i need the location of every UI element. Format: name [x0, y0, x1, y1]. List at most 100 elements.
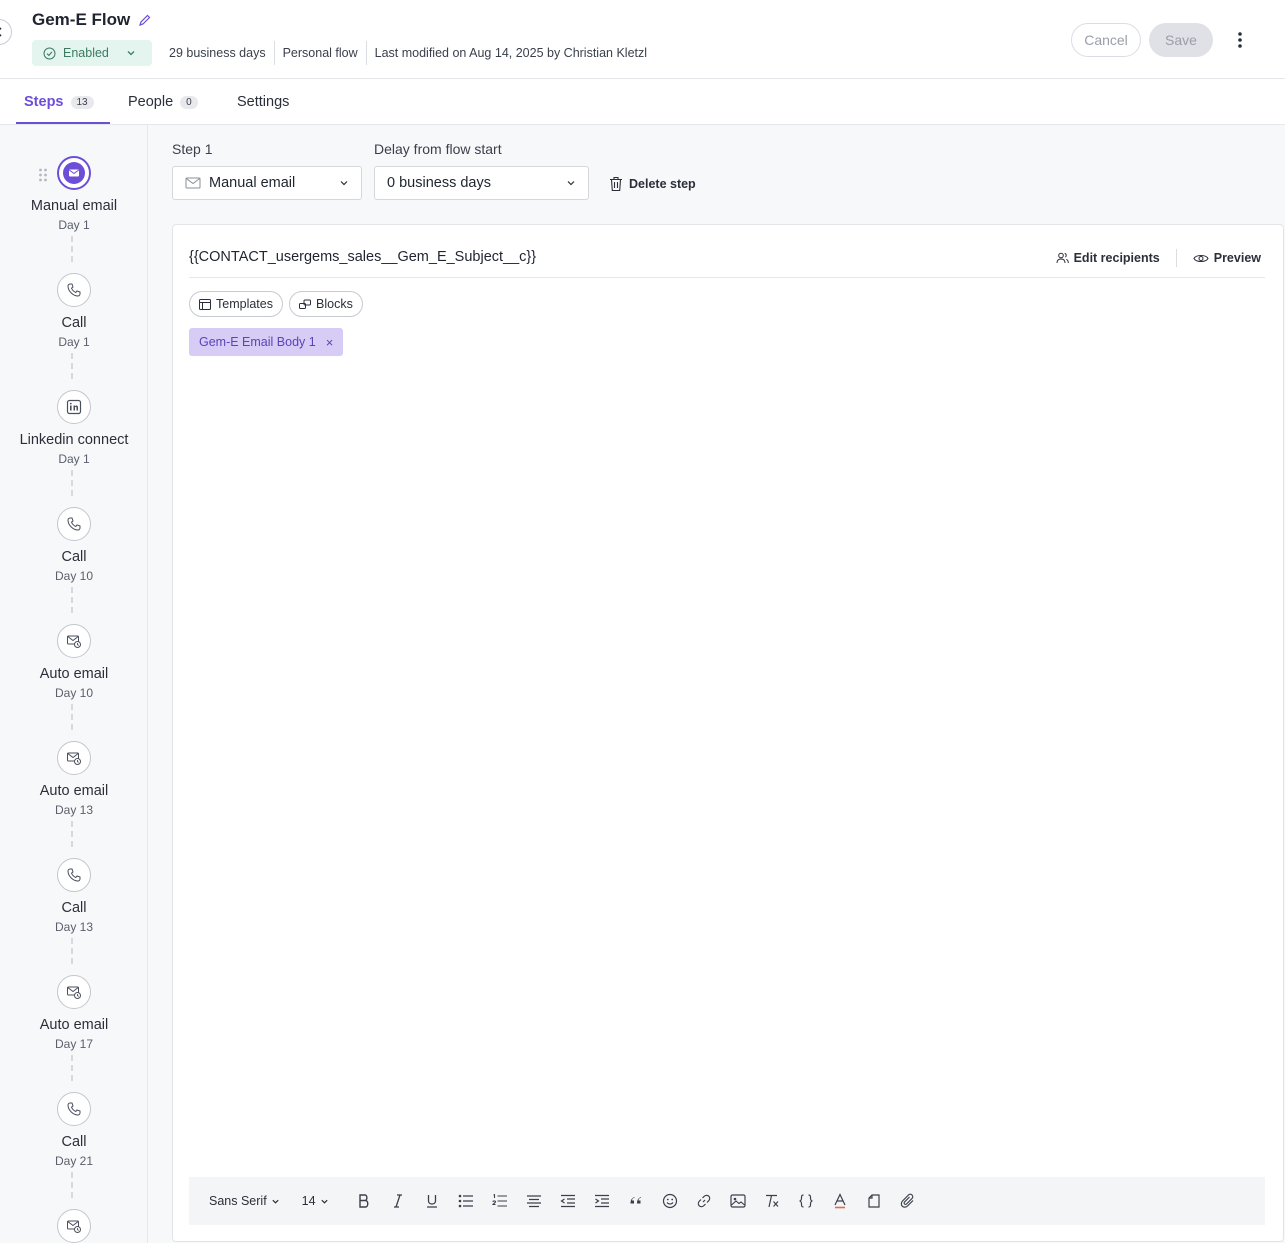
kebab-menu-icon [1238, 32, 1242, 48]
cancel-button[interactable]: Cancel [1071, 23, 1141, 57]
step-item[interactable]: Auto email Day 10 [0, 624, 147, 700]
tab-steps-count: 13 [70, 95, 94, 109]
step-icon-circle [57, 741, 91, 775]
numbered-list-button[interactable] [483, 1184, 517, 1218]
templates-button[interactable]: Templates [189, 291, 283, 317]
blocks-icon [299, 299, 311, 309]
back-button[interactable] [0, 19, 12, 45]
code-button[interactable] [789, 1184, 823, 1218]
step-connector [71, 353, 73, 379]
step-item[interactable]: Call Day 10 [0, 507, 147, 583]
outdent-icon [559, 1194, 575, 1208]
chevron-down-icon [272, 1199, 279, 1204]
template-icon [199, 298, 211, 310]
step-day: Day 17 [54, 1037, 94, 1051]
flow-ownership: Personal flow [273, 41, 366, 65]
auto-email-icon [67, 986, 81, 999]
step-connector [71, 704, 73, 730]
link-button[interactable] [687, 1184, 721, 1218]
step-icon-circle [57, 156, 91, 190]
italic-button[interactable] [381, 1184, 415, 1218]
step-icon-circle [57, 390, 91, 424]
save-button[interactable]: Save [1149, 23, 1213, 57]
step-type-select[interactable]: Manual email [172, 166, 362, 200]
step-day: Day 21 [54, 1154, 94, 1168]
step-name: Call [61, 900, 87, 916]
step-icon-circle [57, 507, 91, 541]
step-name: Call [61, 549, 87, 565]
step-item[interactable]: Linkedin connect Day 1 [0, 390, 147, 466]
step-item[interactable] [0, 1209, 147, 1243]
tab-people[interactable]: People 0 [128, 80, 198, 124]
chevron-down-icon [127, 51, 135, 56]
users-icon [1056, 252, 1069, 264]
preview-button[interactable]: Preview [1193, 251, 1261, 265]
auto-email-icon [67, 1220, 81, 1233]
edit-recipients-button[interactable]: Edit recipients [1056, 251, 1160, 265]
step-icon-circle [57, 1209, 91, 1243]
back-icon [0, 27, 2, 37]
chevron-down-icon [320, 1199, 328, 1204]
delete-step-button[interactable]: Delete step [609, 176, 696, 192]
font-size-value: 14 [301, 1194, 316, 1208]
status-dropdown[interactable]: Enabled [32, 40, 152, 66]
bullet-list-button[interactable] [449, 1184, 483, 1218]
step-connector [71, 1055, 73, 1081]
step-item[interactable]: Call Day 21 [0, 1092, 147, 1168]
step-editor-pane: Step 1 Manual email Delay from flow star… [148, 125, 1285, 1243]
blocks-button[interactable]: Blocks [289, 291, 363, 317]
step-item[interactable]: Call Day 1 [0, 273, 147, 349]
align-icon [526, 1195, 541, 1208]
link-icon [697, 1194, 710, 1208]
step-connector [71, 236, 73, 262]
step-type-value: Manual email [209, 175, 296, 191]
emoji-button[interactable] [653, 1184, 687, 1218]
tab-settings[interactable]: Settings [237, 80, 289, 124]
step-name: Call [61, 1134, 87, 1150]
attach-button[interactable] [891, 1184, 925, 1218]
phone-icon [67, 283, 81, 297]
step-item[interactable]: Auto email Day 13 [0, 741, 147, 817]
outdent-button[interactable] [551, 1184, 585, 1218]
auto-email-icon [67, 752, 81, 765]
snippet-icon [867, 1194, 880, 1208]
remove-block-icon[interactable]: × [326, 335, 334, 350]
email-editor: {{CONTACT_usergems_sales__Gem_E_Subject_… [172, 224, 1284, 1242]
subject-divider [189, 277, 1265, 278]
clear-format-button[interactable] [755, 1184, 789, 1218]
edit-title-icon[interactable] [138, 13, 152, 27]
subject-field[interactable]: {{CONTACT_usergems_sales__Gem_E_Subject_… [189, 249, 536, 265]
step-day: Day 1 [58, 335, 90, 349]
step-icon-circle [57, 858, 91, 892]
align-button[interactable] [517, 1184, 551, 1218]
underline-button[interactable] [415, 1184, 449, 1218]
step-item[interactable]: Manual email Day 1 [0, 156, 147, 232]
step-connector [71, 821, 73, 847]
font-size-select[interactable]: 14 [302, 1194, 329, 1208]
numbered-list-icon [491, 1194, 507, 1207]
step-item[interactable]: Call Day 13 [0, 858, 147, 934]
braces-icon [799, 1194, 813, 1208]
indent-icon [594, 1194, 609, 1208]
delay-select[interactable]: 0 business days [374, 166, 589, 200]
font-family-select[interactable]: Sans Serif [209, 1194, 280, 1208]
more-options-button[interactable] [1225, 23, 1255, 57]
indent-button[interactable] [585, 1184, 619, 1218]
flow-title: Gem-E Flow [32, 10, 131, 29]
block-tag-label: Gem-E Email Body 1 [199, 335, 316, 349]
step-icon-circle [57, 1092, 91, 1126]
tab-steps[interactable]: Steps 13 [24, 80, 94, 124]
step-icon-circle [57, 273, 91, 307]
auto-email-icon [67, 635, 81, 648]
text-color-button[interactable] [823, 1184, 857, 1218]
quote-button[interactable] [619, 1184, 653, 1218]
tab-people-label: People [128, 94, 174, 110]
snippet-button[interactable] [857, 1184, 891, 1218]
image-button[interactable] [721, 1184, 755, 1218]
email-body-block-tag[interactable]: Gem-E Email Body 1 × [189, 328, 344, 356]
image-icon [729, 1194, 746, 1208]
step-item[interactable]: Auto email Day 17 [0, 975, 147, 1051]
trash-icon [610, 176, 622, 192]
bold-button[interactable] [347, 1184, 381, 1218]
bullet-list-icon [458, 1194, 473, 1208]
